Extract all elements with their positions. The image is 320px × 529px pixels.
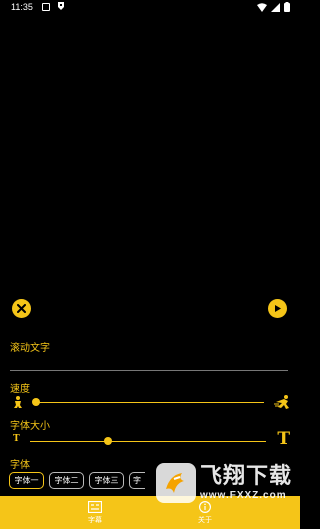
close-button[interactable] bbox=[12, 299, 31, 318]
font-option-3[interactable]: 字体三 bbox=[89, 472, 124, 489]
watermark-logo bbox=[155, 463, 196, 503]
font-option-4[interactable]: 字 bbox=[129, 472, 145, 489]
nav-item-subtitle[interactable]: 字幕 bbox=[70, 496, 120, 529]
wifi-icon bbox=[257, 2, 267, 12]
play-icon bbox=[275, 305, 281, 312]
watermark: 飞翔下载 www.FXXZ.com bbox=[155, 463, 292, 503]
font-size-slider[interactable]: T T bbox=[10, 429, 292, 449]
close-icon bbox=[17, 304, 26, 313]
scroll-text-label: 滚动文字 bbox=[10, 343, 50, 354]
speed-slider[interactable] bbox=[10, 394, 292, 410]
scroll-text-input[interactable] bbox=[10, 353, 288, 371]
speed-track[interactable] bbox=[36, 402, 264, 403]
speed-thumb[interactable] bbox=[32, 398, 40, 406]
nav-label-about: 关于 bbox=[198, 516, 212, 524]
slow-runner-icon bbox=[11, 394, 25, 408]
app-notification-icon bbox=[56, 1, 66, 14]
fast-runner-icon bbox=[274, 394, 292, 410]
font-size-track[interactable] bbox=[30, 441, 266, 442]
font-size-label: 字体大小 bbox=[10, 421, 50, 432]
font-option-1[interactable]: 字体一 bbox=[9, 472, 44, 489]
font-label: 字体 bbox=[10, 460, 30, 471]
battery-icon bbox=[284, 2, 290, 12]
font-size-thumb[interactable] bbox=[103, 437, 112, 445]
large-text-icon: T bbox=[277, 429, 290, 449]
speed-label: 速度 bbox=[10, 384, 30, 395]
watermark-url: www.FXXZ.com bbox=[199, 489, 287, 501]
subtitle-icon bbox=[88, 501, 102, 513]
watermark-title: 飞翔下载 bbox=[199, 463, 292, 489]
signal-icon bbox=[271, 2, 280, 12]
font-option-2[interactable]: 字体二 bbox=[49, 472, 84, 489]
status-time: 11:35 bbox=[11, 2, 33, 12]
play-button[interactable] bbox=[268, 299, 287, 318]
font-options: 字体一 字体二 字体三 字 bbox=[9, 472, 145, 489]
status-bar: 11:35 bbox=[0, 0, 300, 16]
small-text-icon: T bbox=[13, 434, 20, 444]
nav-label-subtitle: 字幕 bbox=[88, 516, 102, 524]
notification-icon bbox=[42, 3, 50, 11]
